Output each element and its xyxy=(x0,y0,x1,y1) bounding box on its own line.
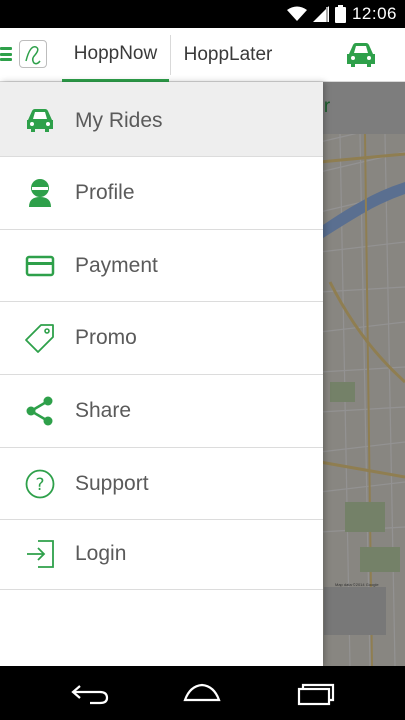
svg-text:?: ? xyxy=(35,475,44,495)
menu-label-my-rides: My Rides xyxy=(75,109,163,132)
menu-item-profile[interactable]: Profile xyxy=(0,157,323,230)
app-bar: HoppNow HoppLater xyxy=(0,28,405,82)
system-nav-bar xyxy=(0,666,405,720)
menu-icon[interactable] xyxy=(0,47,12,61)
menu-label-share: Share xyxy=(75,399,132,422)
menu-label-login: Login xyxy=(75,542,127,565)
navigation-drawer: My Rides Profile Payment Promo Share ? S… xyxy=(0,82,323,666)
menu-item-my-rides[interactable]: My Rides xyxy=(0,82,323,157)
menu-label-promo: Promo xyxy=(75,326,137,349)
menu-item-login[interactable]: Login xyxy=(0,520,323,590)
credit-card-icon xyxy=(25,255,55,277)
login-icon xyxy=(27,540,54,568)
status-bar: 12:06 xyxy=(0,0,405,28)
status-time: 12:06 xyxy=(351,4,397,23)
tab-hoppnow[interactable]: HoppNow xyxy=(62,28,169,82)
recents-icon[interactable] xyxy=(296,680,336,706)
menu-item-share[interactable]: Share xyxy=(0,375,323,448)
menu-item-support[interactable]: ? Support xyxy=(0,448,323,520)
menu-item-payment[interactable]: Payment xyxy=(0,230,323,302)
battery-icon xyxy=(334,5,346,23)
screen: 12:06 ter Map data ©2014 Google xyxy=(0,0,405,720)
share-icon xyxy=(26,396,53,426)
cell-signal-icon xyxy=(312,6,329,22)
car-icon xyxy=(27,109,53,132)
back-icon[interactable] xyxy=(70,680,110,706)
wifi-icon xyxy=(286,6,307,21)
tag-icon xyxy=(25,324,54,353)
menu-item-promo[interactable]: Promo xyxy=(0,302,323,375)
tab-hopplater[interactable]: HoppLater xyxy=(170,35,285,75)
car-icon[interactable] xyxy=(344,40,378,70)
person-icon xyxy=(29,179,51,207)
app-logo xyxy=(19,40,47,68)
help-circle-icon: ? xyxy=(25,469,55,499)
menu-label-payment: Payment xyxy=(75,254,158,277)
menu-label-support: Support xyxy=(75,472,149,495)
home-icon[interactable] xyxy=(182,680,222,706)
menu-label-profile: Profile xyxy=(75,181,135,204)
